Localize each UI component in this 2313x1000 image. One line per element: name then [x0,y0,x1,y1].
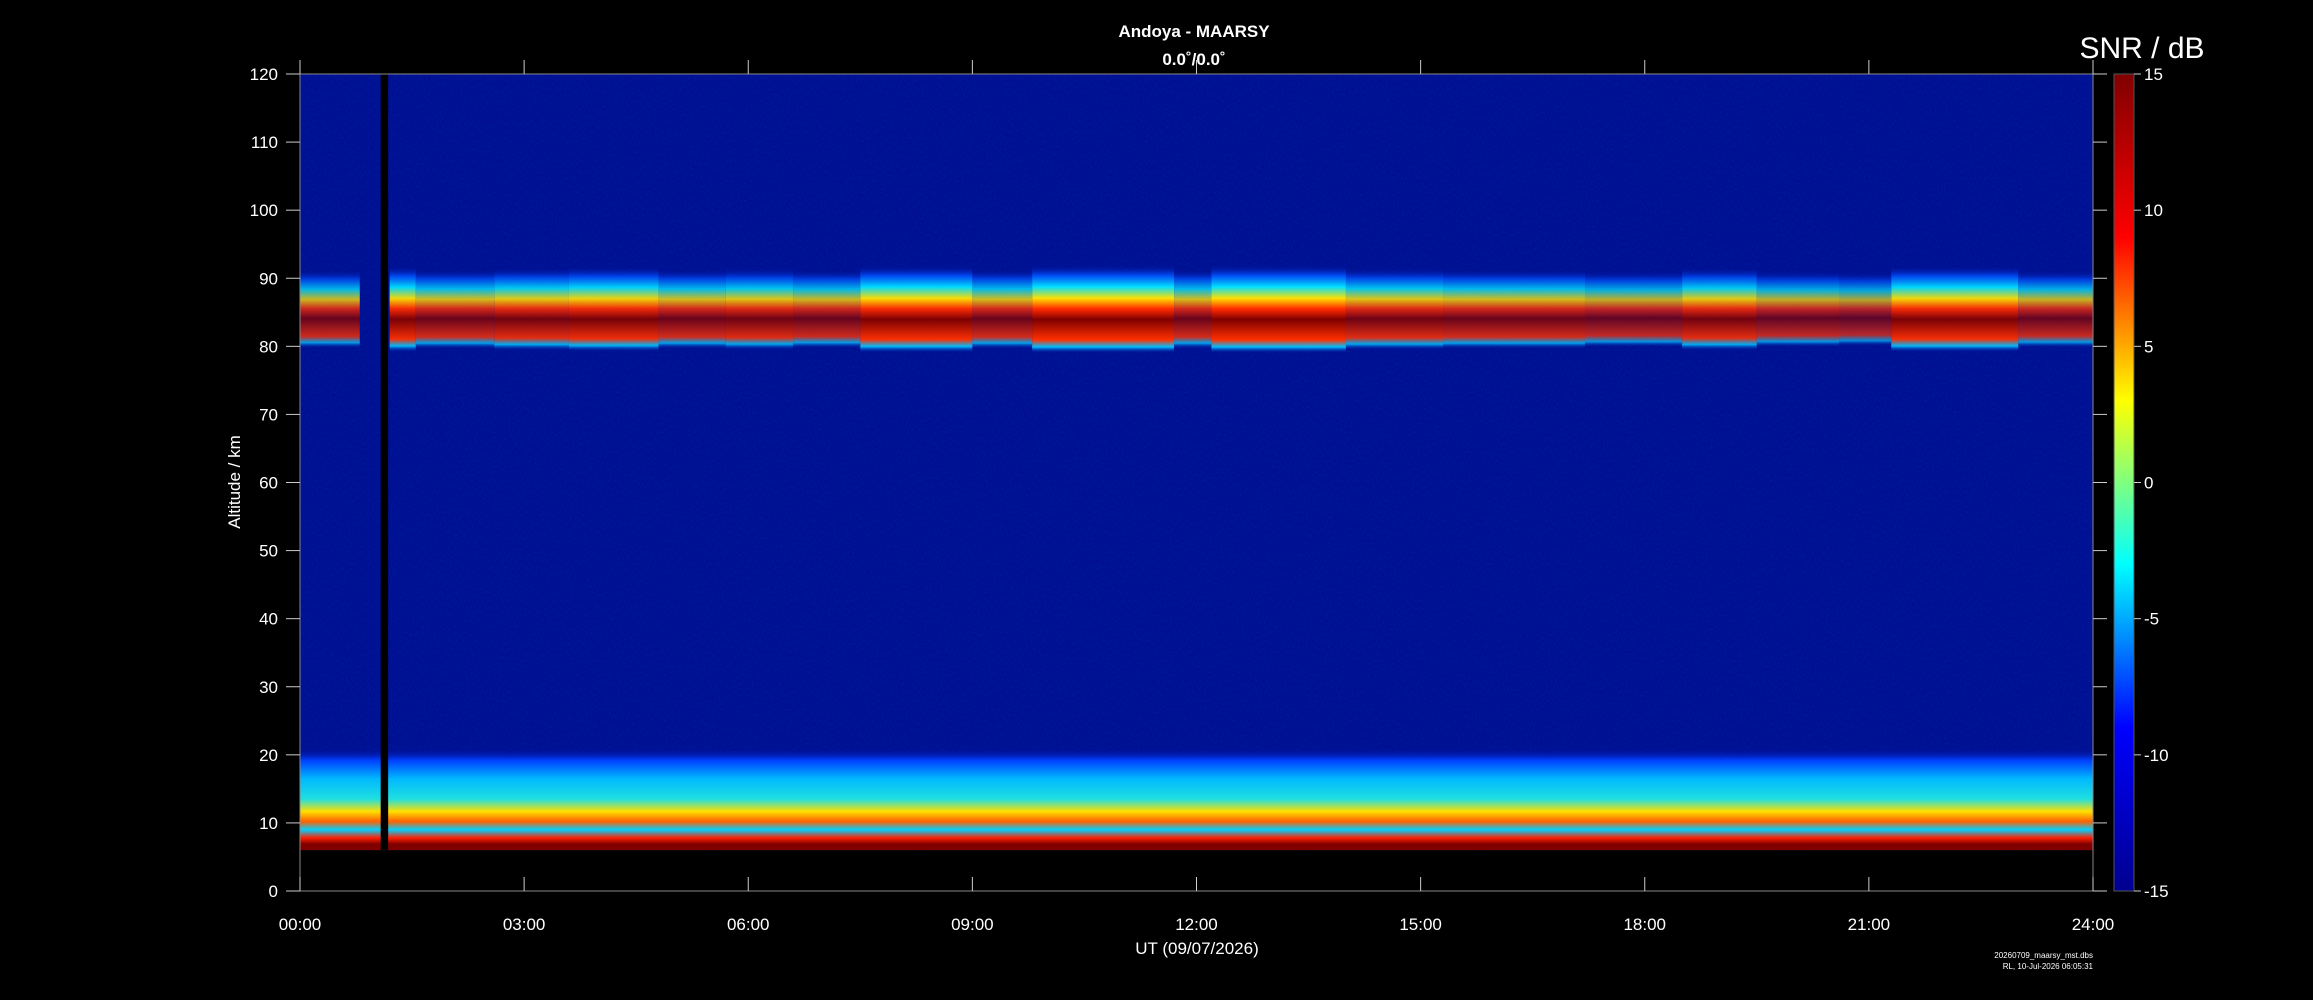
echo-layer-segment [300,269,360,349]
echo-layer-segment [1756,270,1839,348]
chart-subtitle: 0.0˚/0.0˚ [1162,50,1225,69]
echo-layer-segment [1682,267,1757,351]
echo-layer-segment [1584,270,1683,348]
echo-layer-segment [2018,270,2093,348]
y-tick-label: 50 [259,542,278,561]
colorbar [2113,73,2135,892]
y-tick-label: 60 [259,474,278,493]
y-tick-label: 100 [250,201,278,220]
echo-layer-segment [415,269,495,349]
y-tick-label: 30 [259,678,278,697]
echo-layer-segment [860,265,973,353]
colorbar-tick-label: -5 [2144,610,2159,629]
colorbar-ticks: 15 10 5 0 -5 -10 -15 [2134,65,2169,901]
colorbar-tick-label: 15 [2144,65,2163,84]
x-tick-label: 06:00 [727,915,770,934]
echo-layer-segment [1891,265,2019,353]
footer-timestamp: RL, 10-Jul-2026 06:05:31 [2003,962,2094,971]
echo-layer-segment [1443,269,1585,349]
echo-layer-segment [793,269,861,349]
x-tick-label: 21:00 [1848,915,1891,934]
colorbar-tick-label: 10 [2144,201,2163,220]
x-tick-label: 12:00 [1175,915,1218,934]
y-tick-label: 80 [259,337,278,356]
lower-atmosphere-band [300,748,2093,851]
x-tick-label: 15:00 [1399,915,1442,934]
echo-layer-segment [1032,264,1175,354]
echo-layer-segment [494,267,569,351]
echo-layer-segment [1174,269,1212,349]
echo-layer-segment [1838,271,1892,346]
y-tick-label: 120 [250,65,278,84]
echo-layer-segment [725,267,794,350]
x-axis-label: UT (09/07/2026) [1135,939,1258,958]
x-tick-label: 24:00 [2072,915,2115,934]
echo-layer-segment [1211,264,1346,354]
y-tick-label: 70 [259,405,278,424]
colorbar-label: SNR / dB [2079,32,2204,65]
y-tick-label: 10 [259,814,278,833]
y-axis-label: Altitude / km [225,435,244,529]
x-tick-label: 00:00 [279,915,322,934]
chart: Andoya - MAARSY 0.0˚/0.0˚ 00:00 03:00 06:0… [225,22,2205,971]
colorbar-tick-label: -10 [2144,746,2169,765]
colorbar-tick-label: 0 [2144,474,2153,493]
x-tick-label: 03:00 [503,915,546,934]
chart-title: Andoya - MAARSY [1118,22,1270,41]
y-tick-label: 0 [269,882,278,901]
echo-layer-segment [972,269,1033,349]
echo-layer-segment [658,269,726,349]
data-gap [380,74,389,851]
echo-layer-segment [1345,267,1444,350]
echo-layer-segment [389,265,416,353]
y-tick-label: 110 [251,133,278,152]
echo-layer-segment [568,266,659,352]
y-tick-label: 40 [259,610,278,629]
x-tick-label: 18:00 [1623,915,1666,934]
colorbar-tick-label: 5 [2144,337,2153,356]
x-tick-label: 09:00 [951,915,994,934]
y-tick-label: 90 [259,269,278,288]
heatmap-plot-area [300,74,2093,891]
colorbar-tick-label: -15 [2144,882,2169,901]
footer-filename: 20260709_maarsy_mst.dbs [1994,951,2093,960]
y-tick-label: 20 [259,746,278,765]
